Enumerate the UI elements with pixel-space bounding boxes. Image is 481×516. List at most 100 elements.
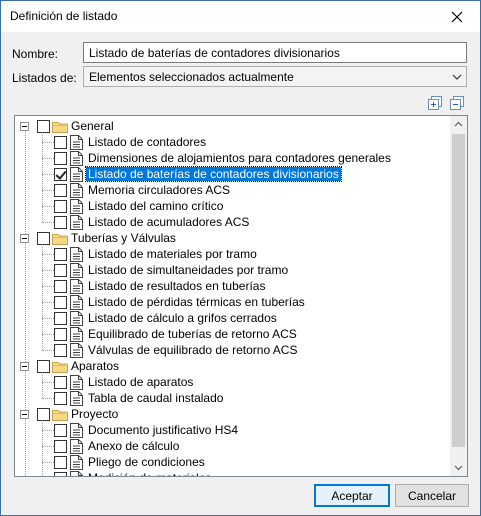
close-button[interactable] [434,1,480,32]
document-icon [70,391,83,406]
chevron-down-icon [452,74,462,80]
chevron-up-icon [454,121,463,127]
tree-item[interactable]: Listado del camino crítico [15,198,445,214]
item-checkbox[interactable] [54,312,67,325]
document-icon [70,311,83,326]
tree-item[interactable]: Listado de resultados en tuberías [15,278,445,294]
tree-connector [42,398,54,399]
name-field[interactable]: Listado de baterías de contadores divisi… [83,42,467,63]
collapse-toggle-icon[interactable] [20,410,29,419]
tree-item[interactable]: Documento justificativo HS4 [15,422,445,438]
window-title: Definición de listado [10,9,118,23]
tree-connector [42,254,54,255]
tree-item-label: Listado de baterías de contadores divisi… [85,166,342,182]
item-checkbox[interactable] [54,216,67,229]
item-checkbox[interactable] [54,456,67,469]
item-checkbox[interactable] [54,392,67,405]
item-checkbox[interactable] [54,472,67,476]
scroll-up-button[interactable] [450,116,467,133]
tree-item[interactable]: Equilibrado de tuberías de retorno ACS [15,326,445,342]
item-checkbox[interactable] [54,248,67,261]
tree-item-label: Listado de cálculo a grifos cerrados [88,311,277,325]
tree-item[interactable]: Válvulas de equilibrado de retorno ACS [15,342,445,358]
tree-connector [42,244,43,350]
item-checkbox[interactable] [54,344,67,357]
tree-item-label: Listado de acumuladores ACS [88,215,250,229]
tree-item[interactable]: Listado de simultaneidades por tramo [15,262,445,278]
tree-item[interactable]: Tabla de caudal instalado [15,390,445,406]
document-icon [70,167,83,182]
group-checkbox[interactable] [37,360,50,373]
document-icon [70,151,83,166]
close-icon [451,11,463,22]
document-icon [70,135,83,150]
tree-group-1[interactable]: Tuberías y Válvulas [15,230,445,246]
tree-item-label: Listado de contadores [88,135,207,149]
listados-label: Listados de: [12,71,77,85]
tree-item[interactable]: Listado de acumuladores ACS [15,214,445,230]
tree-scrollbar[interactable] [450,116,467,476]
cancel-button[interactable]: Cancelar [395,484,469,507]
item-checkbox[interactable] [54,440,67,453]
tree-item-label: Pliego de condiciones [88,455,205,469]
item-checkbox[interactable] [54,376,67,389]
tree-group-label: General [71,119,114,133]
tree-group-0[interactable]: General [15,118,445,134]
tree-item[interactable]: Dimensiones de alojamientos para contado… [15,150,445,166]
tree-item[interactable]: Listado de aparatos [15,374,445,390]
tree-connector [42,420,43,476]
tree-item[interactable]: Listado de baterías de contadores divisi… [15,166,445,182]
tree-connector [42,222,54,223]
tree-group-label: Tuberías y Válvulas [71,231,176,245]
document-icon [70,327,83,342]
tree-item[interactable]: Anexo de cálculo [15,438,445,454]
scroll-thumb[interactable] [452,134,465,447]
tree-item-label: Listado de simultaneidades por tramo [88,263,289,277]
tree-connector [42,318,54,319]
group-checkbox[interactable] [37,408,50,421]
tree-item[interactable]: Listado de pérdidas térmicas en tuberías [15,294,445,310]
item-checkbox[interactable] [54,424,67,437]
tree-item-label: Memoria circuladores ACS [88,183,231,197]
group-checkbox[interactable] [37,232,50,245]
tree-item[interactable]: Listado de contadores [15,134,445,150]
tree-connector [42,302,54,303]
document-icon [70,263,83,278]
item-checkbox[interactable] [54,296,67,309]
item-checkbox[interactable] [54,280,67,293]
tree-item[interactable]: Listado de cálculo a grifos cerrados [15,310,445,326]
group-checkbox[interactable] [37,120,50,133]
tree-item[interactable]: Pliego de condiciones [15,454,445,470]
collapse-toggle-icon[interactable] [20,234,29,243]
item-checkbox[interactable] [54,184,67,197]
tree-connector [42,286,54,287]
item-checkbox[interactable] [54,328,67,341]
tree-item[interactable]: Medición de materiales [15,470,445,476]
collapse-toggle-icon[interactable] [20,362,29,371]
collapse-all-icon[interactable] [449,95,465,111]
item-checkbox[interactable] [54,136,67,149]
tree-item[interactable]: Memoria circuladores ACS [15,182,445,198]
folder-icon [52,409,68,421]
item-checkbox[interactable] [54,152,67,165]
tree-item-label: Listado del camino crítico [88,199,224,213]
tree-connector [42,446,54,447]
tree-group-2[interactable]: Aparatos [15,358,445,374]
tree-item[interactable]: Listado de materiales por tramo [15,246,445,262]
collapse-toggle-icon[interactable] [20,122,29,131]
scroll-down-button[interactable] [450,459,467,476]
tree-connector [42,142,54,143]
report-tree[interactable]: General Listado de contadores Dimensiones … [14,115,468,477]
chevron-down-icon [454,465,463,471]
tree-connector [42,174,54,175]
tree-connector [42,334,54,335]
listados-select[interactable]: Elementos seleccionados actualmente [83,66,467,87]
tree-connector [42,206,54,207]
tree-group-3[interactable]: Proyecto [15,406,445,422]
item-checkbox[interactable] [54,200,67,213]
tree-item-label: Anexo de cálculo [88,439,180,453]
accept-button[interactable]: Aceptar [314,484,390,507]
expand-all-icon[interactable] [427,95,443,111]
item-checkbox[interactable] [54,264,67,277]
item-checkbox[interactable] [54,168,67,181]
